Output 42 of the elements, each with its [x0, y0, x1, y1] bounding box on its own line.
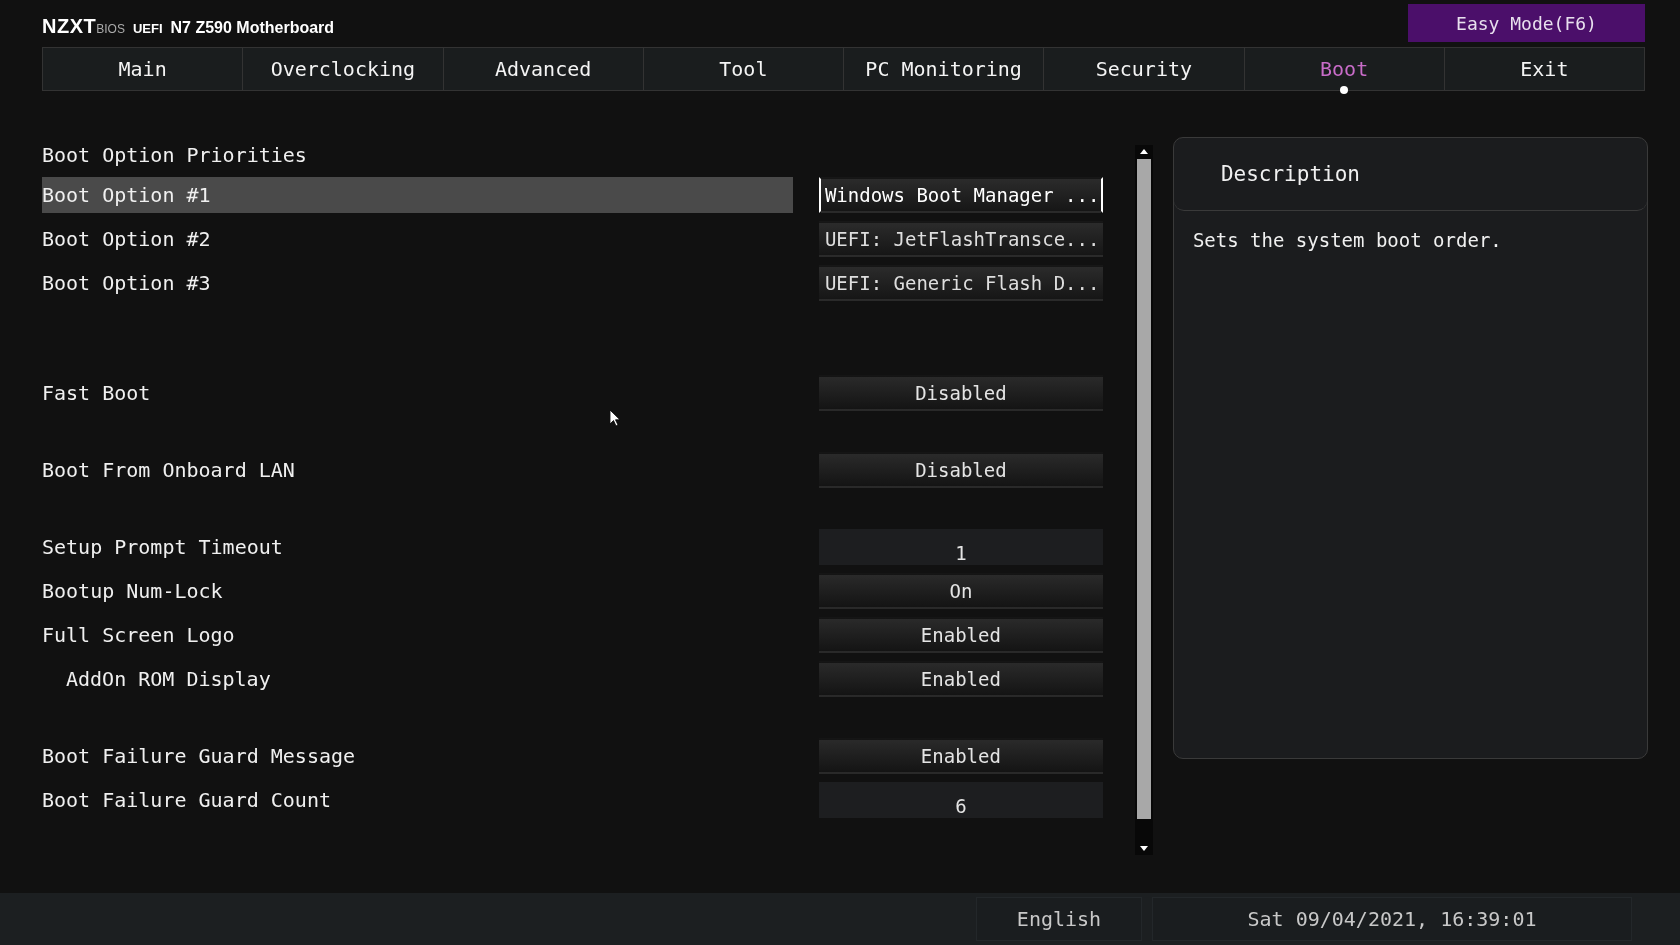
setting-value[interactable]: On: [818, 573, 1103, 609]
mouse-pointer-icon: [610, 410, 621, 427]
setting-label[interactable]: Boot Failure Guard Count: [42, 782, 793, 818]
scrollbar[interactable]: [1134, 145, 1153, 855]
setting-value[interactable]: 6: [818, 782, 1103, 818]
uefi-label: UEFI: [132, 20, 163, 36]
setting-value[interactable]: Disabled: [818, 375, 1103, 411]
setting-label[interactable]: Full Screen Logo: [42, 617, 793, 653]
description-title: Description: [1220, 162, 1360, 186]
bios-label: BIOS: [96, 21, 125, 36]
active-tab-dot: [1340, 86, 1349, 94]
setting-label[interactable]: Boot Option #3: [42, 265, 793, 301]
setting-value[interactable]: 1: [818, 529, 1103, 565]
section-heading: Boot Option Priorities: [42, 142, 307, 169]
setting-label[interactable]: Boot Option #2: [42, 221, 793, 257]
setting-value[interactable]: UEFI: Generic Flash D...: [818, 265, 1103, 301]
tab[interactable]: Overclocking: [243, 48, 444, 90]
date-time: Sat 09/04/2021, 16:39:01: [1152, 897, 1632, 941]
setting-label[interactable]: Boot Failure Guard Message: [42, 738, 793, 774]
description-text: Sets the system boot order.: [1191, 228, 1503, 253]
tab[interactable]: Advanced: [443, 48, 644, 90]
tab[interactable]: Exit: [1444, 48, 1644, 90]
setting-label[interactable]: Boot Option #1: [42, 177, 793, 213]
setting-label[interactable]: Fast Boot: [42, 375, 793, 411]
tab[interactable]: Main: [43, 48, 244, 90]
setting-value[interactable]: Enabled: [818, 738, 1103, 774]
tab[interactable]: Security: [1044, 48, 1245, 90]
model-name: N7 Z590 Motherboard: [170, 18, 335, 37]
setting-value[interactable]: Disabled: [818, 452, 1103, 488]
setting-label[interactable]: Bootup Num-Lock: [42, 573, 793, 609]
language-display[interactable]: English: [976, 897, 1142, 941]
setting-value[interactable]: Enabled: [818, 661, 1103, 697]
setting-value[interactable]: UEFI: JetFlashTransce...: [818, 221, 1103, 257]
setting-label[interactable]: AddOn ROM Display: [42, 661, 793, 697]
tab[interactable]: Tool: [643, 48, 844, 90]
setting-value[interactable]: Enabled: [818, 617, 1103, 653]
tab[interactable]: PC Monitoring: [844, 48, 1045, 90]
brand-logo: NZXT: [42, 14, 97, 38]
setting-value[interactable]: Windows Boot Manager ...: [818, 177, 1103, 213]
easy-mode-button[interactable]: Easy Mode(F6): [1408, 4, 1645, 42]
setting-label[interactable]: Setup Prompt Timeout: [42, 529, 793, 565]
setting-label[interactable]: Boot From Onboard LAN: [42, 452, 793, 488]
